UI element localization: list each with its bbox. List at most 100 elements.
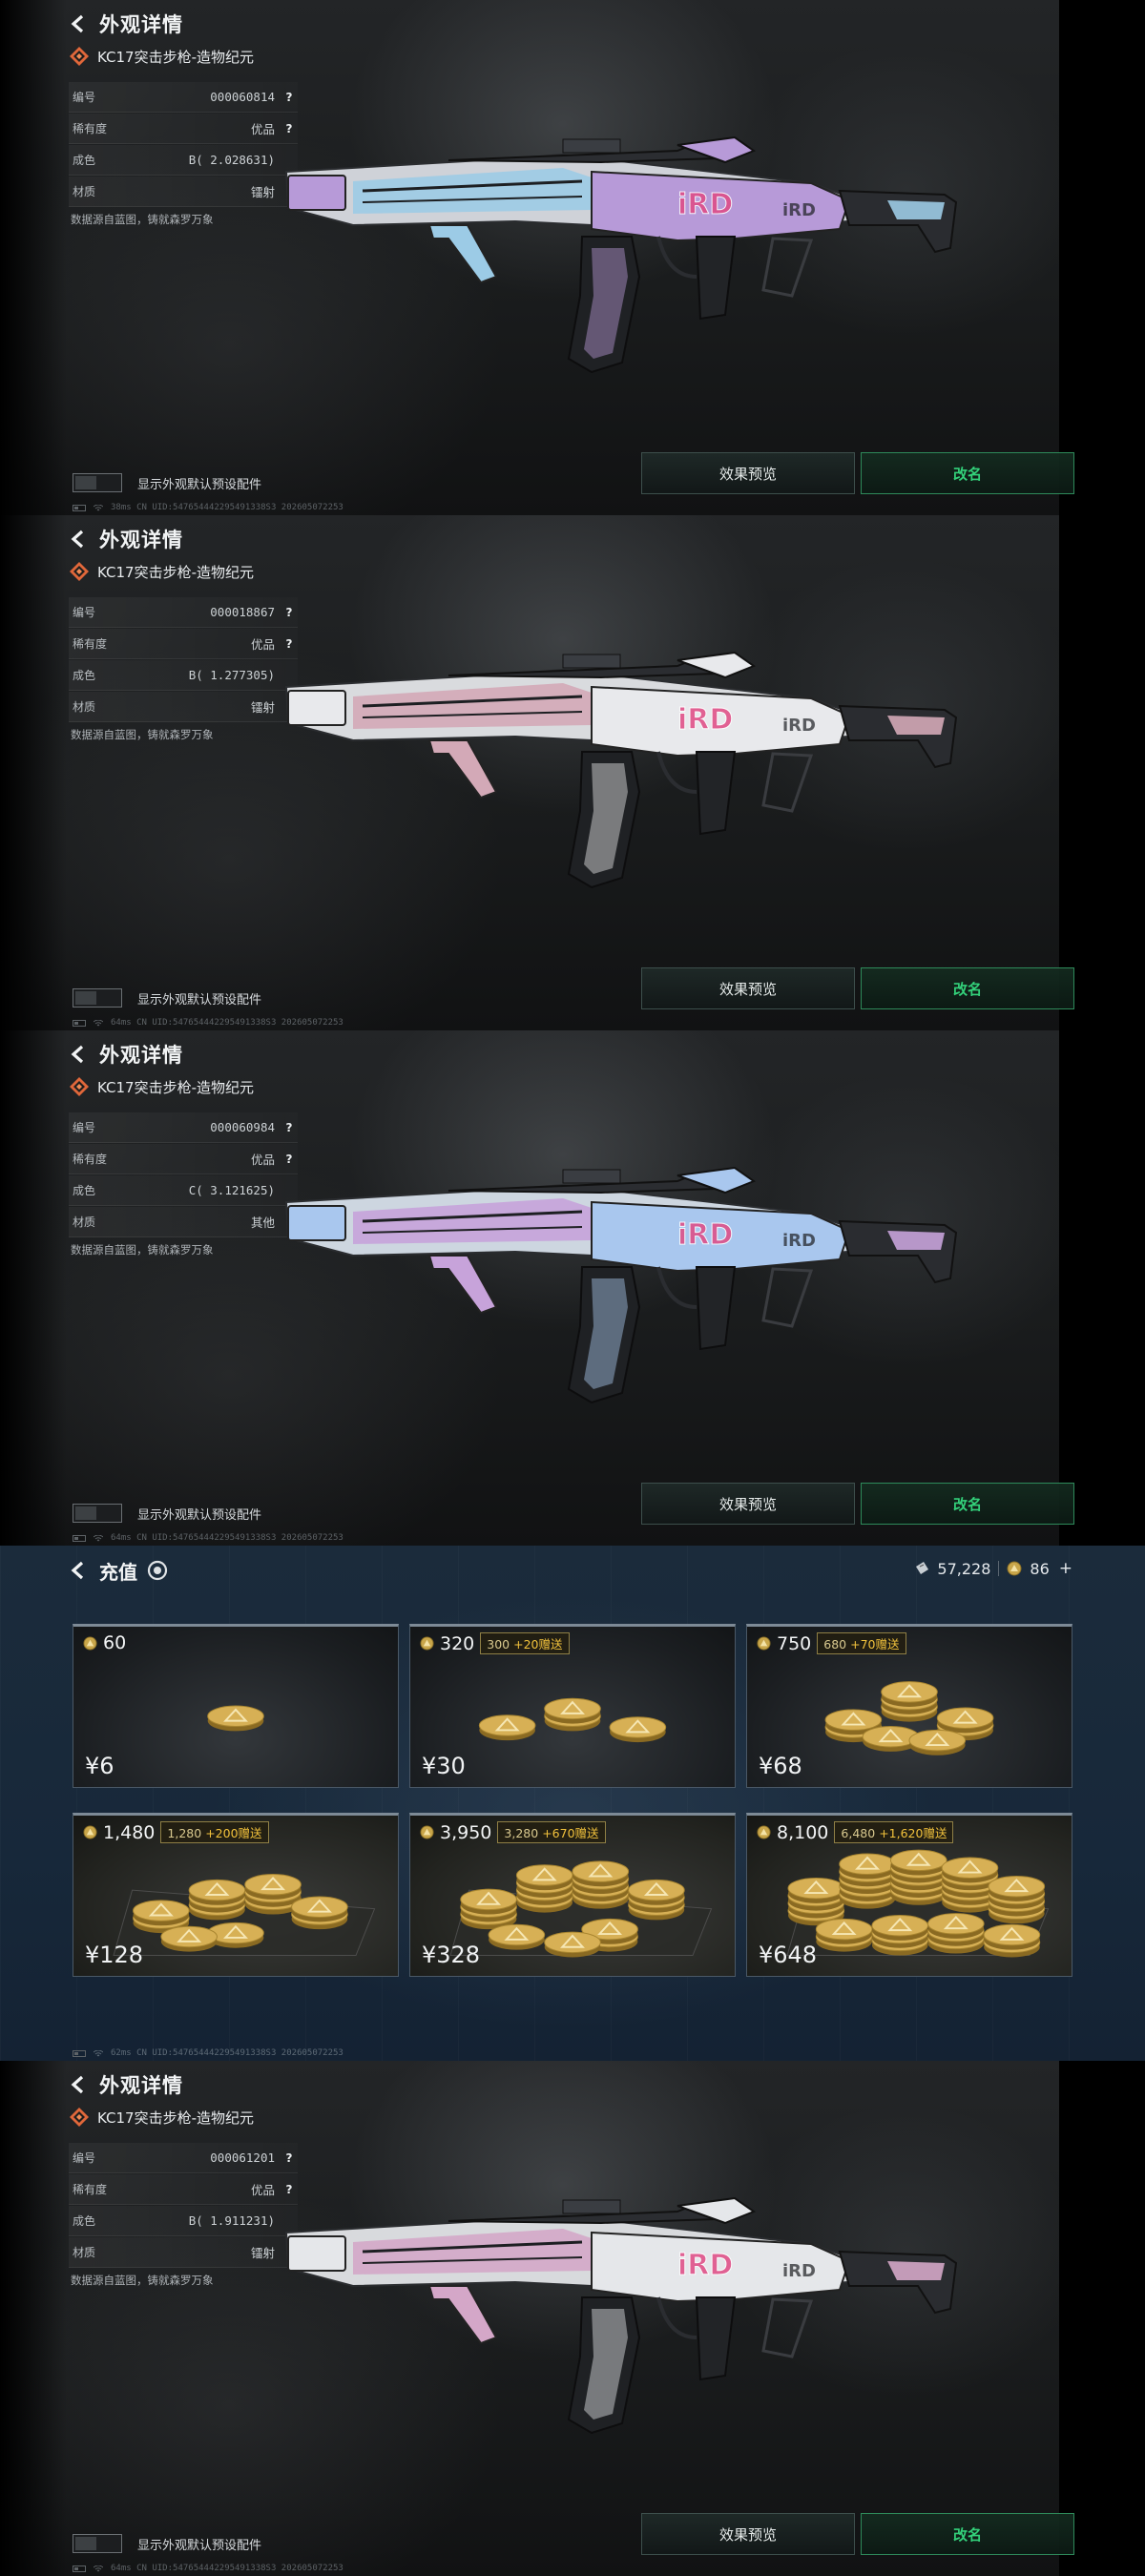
page-header: 外观详情 — [69, 2068, 183, 2101]
recharge-pack-card[interactable]: 750 680 +70赠送 ¥68 — [746, 1624, 1072, 1788]
effect-preview-button[interactable]: 效果预览 — [641, 2513, 855, 2555]
pack-price: ¥128 — [85, 1942, 144, 1968]
default-attachments-row: 显示外观默认预设配件 — [73, 2534, 261, 2553]
coin-icon — [420, 1825, 434, 1839]
attribute-label: 稀有度 — [73, 122, 108, 135]
attribute-row-serial: 编号 000018867 ? — [69, 597, 298, 628]
attribute-row-material: 材质 镭射 — [69, 177, 298, 207]
item-name-row: KC17突击步枪-造物纪元 — [69, 46, 254, 67]
add-coins-button[interactable]: + — [1059, 1559, 1072, 1578]
attribute-label: 材质 — [73, 700, 96, 714]
rename-button[interactable]: 改名 — [861, 2513, 1074, 2555]
attribute-row-material: 材质 其他 — [69, 1207, 298, 1237]
attribute-label: 编号 — [73, 1121, 96, 1134]
page-title: 外观详情 — [99, 2074, 183, 2097]
attribute-label: 材质 — [73, 185, 96, 198]
help-button[interactable]: ? — [281, 2151, 298, 2165]
status-bar: 64ms CN UID:547654442295491338S3 2026050… — [73, 1533, 344, 1543]
recharge-pack-grid: 60 ¥6 320 300 +20赠送 ¥30 750 680 +70赠送 ¥6… — [73, 1624, 1072, 1977]
svg-text:iRD: iRD — [782, 2261, 816, 2281]
recharge-pack-card[interactable]: 8,100 6,480 +1,620赠送 ¥648 — [746, 1813, 1072, 1977]
weapon-model-image[interactable]: iRD iRD — [277, 649, 964, 935]
recharge-title: 充值 — [99, 1560, 137, 1584]
serial-number-value: 000060814 — [210, 90, 275, 104]
rename-button[interactable]: 改名 — [861, 967, 1074, 1009]
attribute-label: 编号 — [73, 91, 96, 104]
bonus-extra: +70赠送 — [850, 1637, 900, 1652]
weapon-model-image[interactable]: iRD iRD — [277, 134, 964, 420]
back-arrow-icon[interactable] — [69, 1044, 90, 1065]
recharge-pack-card[interactable]: 1,480 1,280 +200赠送 ¥128 — [73, 1813, 399, 1977]
back-arrow-icon[interactable] — [69, 2074, 90, 2095]
status-text: 64ms CN UID:547654442295491338S3 2026050… — [111, 1533, 344, 1543]
recharge-screen: 充值 57,228 86 + 60 ¥6 320 300 +20赠送 ¥30 7… — [0, 1546, 1145, 2061]
pack-coin-amount: 1,480 — [103, 1821, 156, 1843]
effect-preview-button[interactable]: 效果预览 — [641, 452, 855, 494]
page-header: 外观详情 — [69, 523, 183, 555]
material-value: 镭射 — [250, 2246, 275, 2260]
back-arrow-icon[interactable] — [69, 13, 90, 34]
source-note: 数据源自蓝图，铸就森罗万象 — [71, 213, 214, 226]
item-name-row: KC17突击步枪-造物纪元 — [69, 1076, 254, 1097]
material-value: 镭射 — [250, 700, 275, 715]
rename-button[interactable]: 改名 — [861, 452, 1074, 494]
rarity-value: 优品 — [250, 2183, 275, 2197]
pack-coin-amount: 320 — [440, 1632, 475, 1654]
rename-button[interactable]: 改名 — [861, 1483, 1074, 1525]
material-value: 其他 — [250, 1215, 275, 1230]
default-attachments-row: 显示外观默认预设配件 — [73, 988, 261, 1008]
attribute-label: 成色 — [73, 669, 96, 682]
default-attachments-toggle[interactable] — [73, 988, 122, 1008]
pack-coin-amount: 8,100 — [777, 1821, 829, 1843]
pack-price: ¥328 — [422, 1942, 481, 1968]
pack-header: 750 680 +70赠送 — [757, 1632, 906, 1654]
default-attachments-toggle[interactable] — [73, 1504, 122, 1523]
help-button[interactable]: ? — [281, 606, 298, 619]
coin-icon — [83, 1635, 97, 1651]
default-attachments-toggle[interactable] — [73, 473, 122, 492]
effect-preview-button[interactable]: 效果预览 — [641, 1483, 855, 1525]
pack-header: 3,950 3,280 +670赠送 — [420, 1821, 606, 1843]
help-button[interactable]: ? — [281, 1121, 298, 1134]
attribute-label: 稀有度 — [73, 637, 108, 651]
battery-icon — [73, 1534, 86, 1542]
default-attachments-toggle[interactable] — [73, 2534, 122, 2553]
attribute-row-rarity: 稀有度 优品 ? — [69, 114, 298, 144]
coin-currency-icon — [1007, 1561, 1022, 1576]
pack-header: 1,480 1,280 +200赠送 — [83, 1821, 269, 1843]
source-note: 数据源自蓝图，铸就森罗万象 — [71, 1243, 214, 1257]
attribute-label: 编号 — [73, 2151, 96, 2165]
rarity-value: 优品 — [250, 637, 275, 652]
serial-number-value: 000018867 — [210, 605, 275, 619]
page-title: 外观详情 — [99, 1044, 183, 1067]
back-arrow-icon[interactable] — [69, 1560, 90, 1581]
attribute-row-rarity: 稀有度 优品 ? — [69, 1144, 298, 1174]
recharge-pack-card[interactable]: 320 300 +20赠送 ¥30 — [409, 1624, 736, 1788]
wear-value: B( 1.911231) — [188, 2213, 275, 2228]
pack-header: 320 300 +20赠送 — [420, 1632, 570, 1654]
coin-icon — [83, 1825, 97, 1839]
attribute-label: 材质 — [73, 2246, 96, 2259]
effect-preview-button[interactable]: 效果预览 — [641, 967, 855, 1009]
default-attachments-label: 显示外观默认预设配件 — [137, 1507, 262, 1523]
coin-icon — [757, 1636, 771, 1651]
pack-bonus-badge: 6,480 +1,620赠送 — [834, 1821, 954, 1843]
recharge-pack-card[interactable]: 60 ¥6 — [73, 1624, 399, 1788]
page-header: 外观详情 — [69, 8, 183, 40]
back-arrow-icon[interactable] — [69, 529, 90, 550]
wallet-divider — [998, 1561, 1000, 1576]
wifi-icon — [94, 1019, 103, 1026]
attribute-row-serial: 编号 000060814 ? — [69, 82, 298, 113]
attribute-row-wear: 成色 C( 3.121625) — [69, 1175, 298, 1206]
recharge-pack-card[interactable]: 3,950 3,280 +670赠送 ¥328 — [409, 1813, 736, 1977]
weapon-model-image[interactable]: iRD iRD — [277, 1164, 964, 1450]
item-name: KC17突击步枪-造物纪元 — [97, 563, 254, 581]
bonus-base: 1,280 — [167, 1826, 202, 1840]
status-text: 64ms CN UID:547654442295491338S3 2026050… — [111, 2564, 344, 2573]
weapon-model-image[interactable]: iRD iRD — [277, 2194, 964, 2481]
item-name-row: KC17突击步枪-造物纪元 — [69, 561, 254, 582]
pack-bonus-badge: 300 +20赠送 — [480, 1632, 570, 1654]
source-note: 数据源自蓝图，铸就森罗万象 — [71, 2274, 214, 2287]
wifi-icon — [94, 1534, 103, 1541]
help-button[interactable]: ? — [281, 91, 298, 104]
